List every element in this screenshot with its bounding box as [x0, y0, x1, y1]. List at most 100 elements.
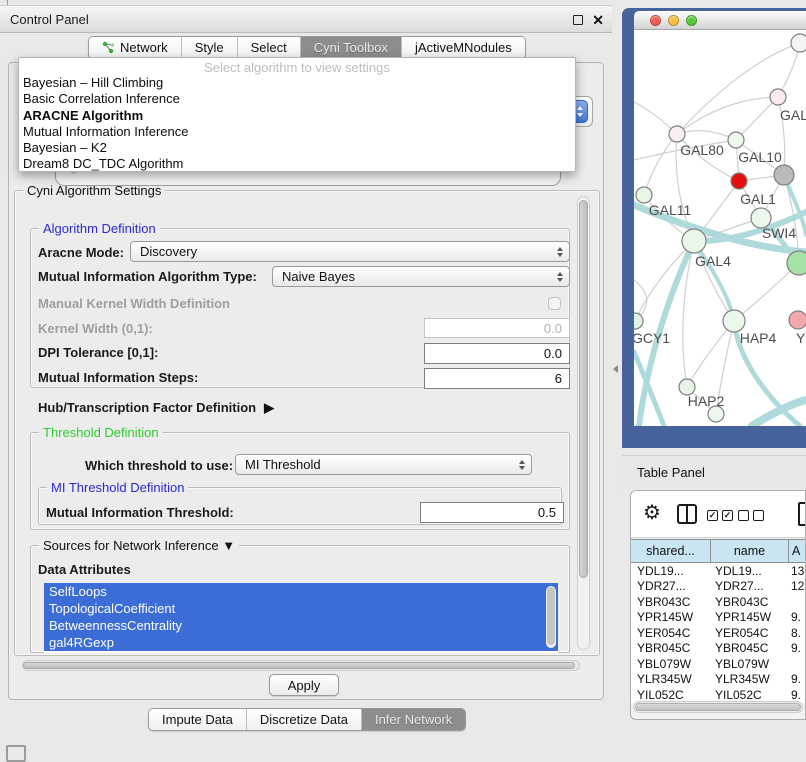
table-window: ⚙ ✓ ✓ shared... name A YDL19... YDL19... 1… — [630, 490, 806, 720]
close-traffic-light-icon[interactable] — [650, 15, 661, 26]
tab-infer-network[interactable]: Infer Network — [362, 709, 465, 730]
gear-icon[interactable]: ⚙ — [643, 501, 661, 525]
table-cell: YER054C — [715, 626, 768, 640]
table-row[interactable]: YDL19... YDL19... 13 — [631, 563, 806, 579]
algorithm-option[interactable]: Mutual Information Inference — [19, 124, 575, 140]
attributes-scrollbar[interactable] — [546, 586, 556, 648]
select-all-checkbox-icon[interactable]: ✓ — [722, 510, 733, 521]
algorithm-dropdown: Select algorithm to view settings Bayesi… — [18, 57, 576, 172]
network-node-gal10[interactable] — [728, 132, 744, 148]
settings-vertical-scrollbar[interactable] — [577, 196, 590, 650]
data-attribute-item[interactable]: BetweennessCentrality — [44, 617, 558, 634]
data-attribute-item[interactable]: gal4RGexp — [44, 634, 558, 651]
algorithm-option[interactable]: ARACNE Algorithm — [19, 108, 575, 124]
tab-cyni-toolbox[interactable]: Cyni Toolbox — [301, 37, 402, 58]
table-row[interactable]: YBR043CYBR043C — [631, 594, 806, 610]
network-window-titlebar — [634, 11, 806, 30]
table-cell: YDR27... — [637, 579, 686, 593]
mi-steps-label: Mutual Information Steps: — [38, 370, 198, 385]
network-node-gcy1[interactable] — [634, 313, 643, 329]
mi-threshold-definition-title: MI Threshold Definition — [47, 480, 188, 495]
mi-steps-field[interactable]: 6 — [424, 368, 570, 389]
network-view-window: GALGAL80GAL10GAL1GAL11SWI4GAL4GCY1HAP4YH… — [622, 8, 806, 448]
network-node[interactable] — [787, 251, 806, 275]
scrollbar-thumb[interactable] — [579, 200, 588, 578]
expander-down-icon[interactable]: ▼ — [222, 538, 235, 553]
deselect-all-checkbox-icon[interactable] — [738, 510, 749, 521]
deselect-all-checkbox-icon[interactable] — [753, 510, 764, 521]
mi-threshold-field[interactable]: 0.5 — [420, 502, 564, 523]
algorithm-option[interactable]: Dream8 DC_TDC Algorithm — [19, 156, 575, 172]
kernel-width-field[interactable]: 0.0 — [424, 318, 570, 338]
settings-horizontal-scrollbar[interactable] — [22, 660, 580, 671]
network-node-gal[interactable] — [770, 89, 786, 105]
algorithm-option[interactable]: Basic Correlation Inference — [19, 91, 575, 107]
table-cell: YBR043C — [637, 595, 690, 609]
mi-type-combo[interactable]: Naive Bayes — [272, 266, 570, 287]
which-threshold-combo[interactable]: MI Threshold — [235, 454, 532, 475]
table-row[interactable]: YLR345WYLR345W9. — [631, 672, 806, 688]
tab-discretize-data[interactable]: Discretize Data — [247, 709, 362, 730]
table-row[interactable]: YDR27...YDR27...12 — [631, 579, 806, 595]
tab-impute-data[interactable]: Impute Data — [149, 709, 247, 730]
table-cell: YBR045C — [715, 641, 768, 655]
close-icon[interactable]: ✕ — [592, 15, 604, 25]
dock-panel-icon[interactable] — [6, 745, 26, 762]
columns-icon[interactable] — [677, 504, 697, 524]
network-node-gal4[interactable] — [682, 229, 706, 253]
mi-type-label: Mutual Information Algorithm Type: — [38, 269, 257, 284]
tab-style[interactable]: Style — [182, 37, 238, 58]
network-node-gal80[interactable] — [669, 126, 685, 142]
float-window-icon[interactable] — [573, 15, 583, 25]
network-node[interactable] — [791, 34, 806, 52]
algorithm-option[interactable]: Bayesian – Hill Climbing — [19, 75, 575, 91]
hub-definition-expander[interactable]: Hub/Transcription Factor Definition▶ — [38, 400, 274, 416]
table-row[interactable]: YBR045CYBR045C9. — [631, 641, 806, 657]
table-row[interactable]: YBL079WYBL079W — [631, 656, 806, 672]
expander-right-icon[interactable]: ▶ — [264, 400, 274, 416]
data-attributes-list[interactable]: SelfLoopsTopologicalCoefficientBetweenne… — [44, 583, 558, 653]
network-node-gal11[interactable] — [636, 187, 652, 203]
zoom-traffic-light-icon[interactable] — [686, 15, 697, 26]
aracne-mode-combo[interactable]: Discovery — [130, 241, 570, 262]
manual-kernel-label: Manual Kernel Width Definition — [38, 296, 230, 311]
column-header-partial[interactable]: A — [789, 540, 806, 562]
table-cell: YDL19... — [715, 564, 762, 578]
scrollbar-thumb[interactable] — [635, 703, 801, 711]
algorithm-option[interactable]: Bayesian – K2 — [19, 140, 575, 156]
table-horizontal-scrollbar[interactable] — [633, 701, 803, 713]
network-node[interactable] — [774, 165, 794, 185]
column-header-shared-name[interactable]: shared... — [631, 540, 711, 562]
control-panel: Control Panel ✕ Network Style Select Cyn… — [0, 0, 612, 762]
data-attribute-item[interactable]: SelfLoops — [44, 583, 558, 600]
table-cell: YDL19... — [637, 564, 684, 578]
network-node-y[interactable] — [789, 311, 806, 329]
algorithm-definition-title: Algorithm Definition — [39, 221, 160, 236]
attr-items: SelfLoopsTopologicalCoefficientBetweenne… — [44, 583, 558, 651]
column-header-name[interactable]: name — [711, 540, 789, 562]
table-cell: YDR27... — [715, 579, 764, 593]
tab-network[interactable]: Network — [89, 37, 182, 58]
apply-button[interactable]: Apply — [269, 674, 339, 696]
dpi-tolerance-field[interactable]: 0.0 — [424, 343, 570, 364]
table-row[interactable]: YPR145WYPR145W9. — [631, 610, 806, 626]
table-cell: 9. — [791, 672, 801, 686]
network-node-hap4[interactable] — [723, 310, 745, 332]
export-table-icon[interactable] — [798, 502, 806, 526]
scrollbar-thumb[interactable] — [547, 587, 555, 645]
table-row[interactable]: YER054CYER054C8. — [631, 625, 806, 641]
minimize-traffic-light-icon[interactable] — [668, 15, 679, 26]
data-attribute-item[interactable]: TopologicalCoefficient — [44, 600, 558, 617]
split-divider-handle[interactable] — [613, 365, 618, 373]
table-cell: 13 — [791, 564, 804, 578]
select-all-checkbox-icon[interactable]: ✓ — [707, 510, 718, 521]
manual-kernel-checkbox[interactable] — [548, 297, 561, 310]
tab-select[interactable]: Select — [238, 37, 301, 58]
table-cell: 9. — [791, 610, 801, 624]
table-cell: YLR345W — [637, 672, 692, 686]
scrollbar-thumb[interactable] — [23, 662, 575, 669]
tab-jactivemodules[interactable]: jActiveMNodules — [402, 37, 525, 58]
network-canvas[interactable]: GALGAL80GAL10GAL1GAL11SWI4GAL4GCY1HAP4YH… — [634, 30, 806, 426]
network-node-gal1[interactable] — [731, 173, 747, 189]
network-node[interactable] — [708, 406, 724, 422]
